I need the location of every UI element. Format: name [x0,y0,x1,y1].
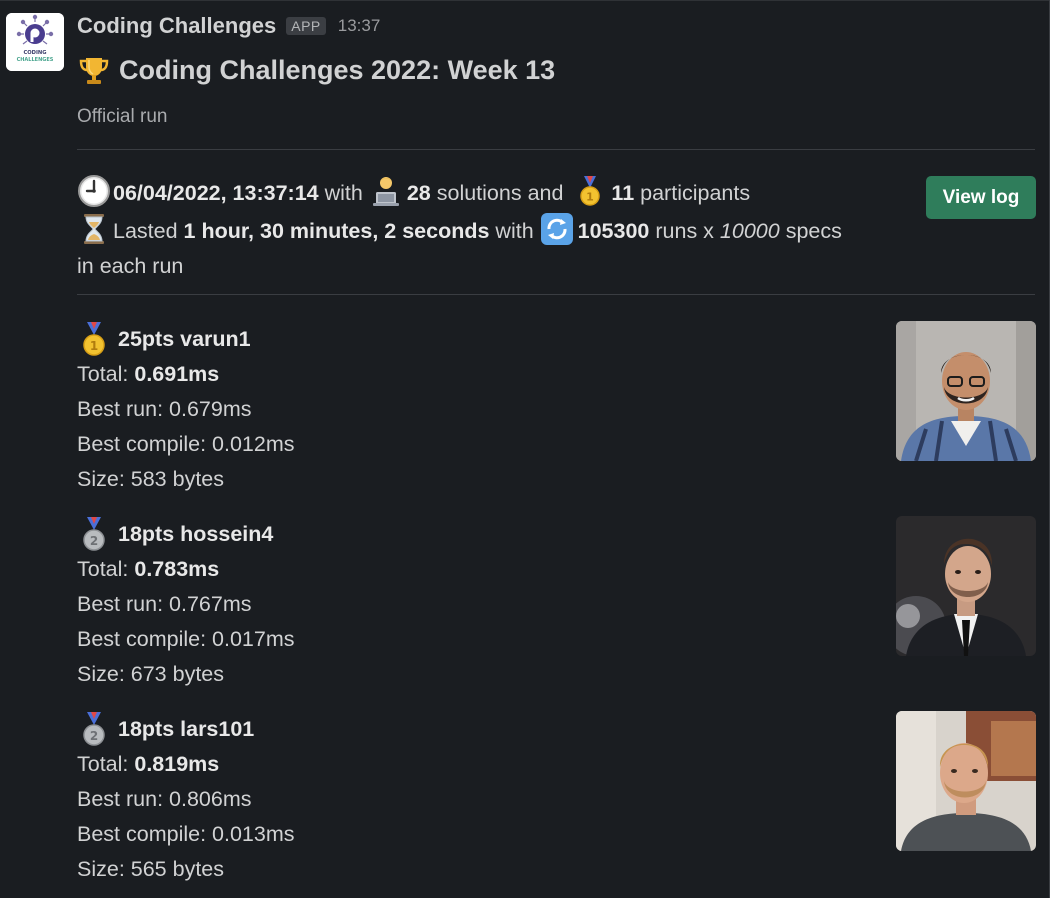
post-title: Coding Challenges 2022: Week 13 [77,48,555,92]
participant-photo [896,711,1036,851]
view-log-button[interactable]: View log [926,176,1036,219]
app-avatar[interactable]: CODING CHALLENGES [6,13,64,71]
participant-photo [896,321,1036,461]
solution-size: Size: 673 bytes [77,662,225,686]
participant-photo [896,516,1036,656]
participant-avatar[interactable] [896,321,1036,461]
best-compile: Best compile: 0.012ms [77,432,295,456]
participant-avatar[interactable] [896,516,1036,656]
hourglass-icon [77,212,111,246]
message-header: Coding Challenges APP 13:37 [77,8,380,44]
total-value: 0.783ms [134,557,220,581]
specs-count: 10000 [719,218,780,243]
summary-text: runs x [655,218,714,243]
post-subtitle: Official run [77,106,168,127]
app-name[interactable]: Coding Challenges [77,13,276,39]
participants-count: 11 [611,181,635,205]
run-duration: 1 hour, 30 minutes, 2 seconds [183,218,490,243]
trophy-icon [77,53,111,87]
runs-count: 105300 [577,218,650,243]
summary-text: participants [640,181,751,205]
result-name-line: 1 25pts varun1 [77,321,295,357]
clock-icon [77,174,111,208]
result-name: 18pts lars101 [118,716,255,741]
participant-avatar[interactable] [896,711,1036,851]
summary-text: with [495,218,534,243]
solutions-count: 28 [406,181,431,205]
technologist-icon [369,174,403,208]
result-entry: 2 18pts lars101 Total: 0.819ms Best run:… [77,711,1036,891]
post-title-text: Coding Challenges 2022: Week 13 [119,54,556,85]
best-compile: Best compile: 0.017ms [77,627,295,651]
medal-icon: 1 [573,174,607,208]
summary-text: Lasted [113,218,178,243]
summary-text: specs [785,218,842,243]
svg-text:CHALLENGES: CHALLENGES [17,57,54,63]
total-label: Total: [77,557,129,581]
run-summary: 06/04/2022, 13:37:14 with 28 solutions a… [77,174,917,285]
top-border [0,0,1050,1]
best-run: Best run: 0.767ms [77,592,252,616]
best-run: Best run: 0.806ms [77,787,252,811]
svg-text:2: 2 [90,534,98,548]
result-name: 18pts hossein4 [118,521,274,546]
result-name: 25pts varun1 [118,326,251,351]
total-value: 0.691ms [134,362,220,386]
best-compile: Best compile: 0.013ms [77,822,295,846]
silver-medal-icon: 2 [77,516,111,552]
solution-size: Size: 583 bytes [77,467,225,491]
gold-medal-icon: 1 [77,321,111,357]
total-value: 0.819ms [134,752,220,776]
total-label: Total: [77,362,129,386]
summary-text: with [324,181,363,205]
result-name-line: 2 18pts lars101 [77,711,295,747]
divider [77,294,1035,295]
summary-text: solutions and [436,181,564,205]
svg-text:CODING: CODING [23,50,46,56]
repeat-icon [540,212,574,246]
message-timestamp[interactable]: 13:37 [338,16,381,36]
app-badge: APP [286,17,326,35]
summary-text: in each run [77,254,184,278]
silver-medal-icon: 2 [77,711,111,747]
coding-challenges-logo-icon: CODING CHALLENGES [6,13,64,71]
solution-size: Size: 565 bytes [77,857,225,881]
svg-text:1: 1 [587,191,595,204]
run-datetime: 06/04/2022, 13:37:14 [113,181,319,205]
result-entry: 1 25pts varun1 Total: 0.691ms Best run: … [77,321,1036,501]
svg-text:2: 2 [90,729,98,743]
best-run: Best run: 0.679ms [77,397,252,421]
svg-text:1: 1 [90,339,98,353]
result-name-line: 2 18pts hossein4 [77,516,295,552]
divider [77,149,1035,150]
result-entry: 2 18pts hossein4 Total: 0.783ms Best run… [77,516,1036,696]
total-label: Total: [77,752,129,776]
